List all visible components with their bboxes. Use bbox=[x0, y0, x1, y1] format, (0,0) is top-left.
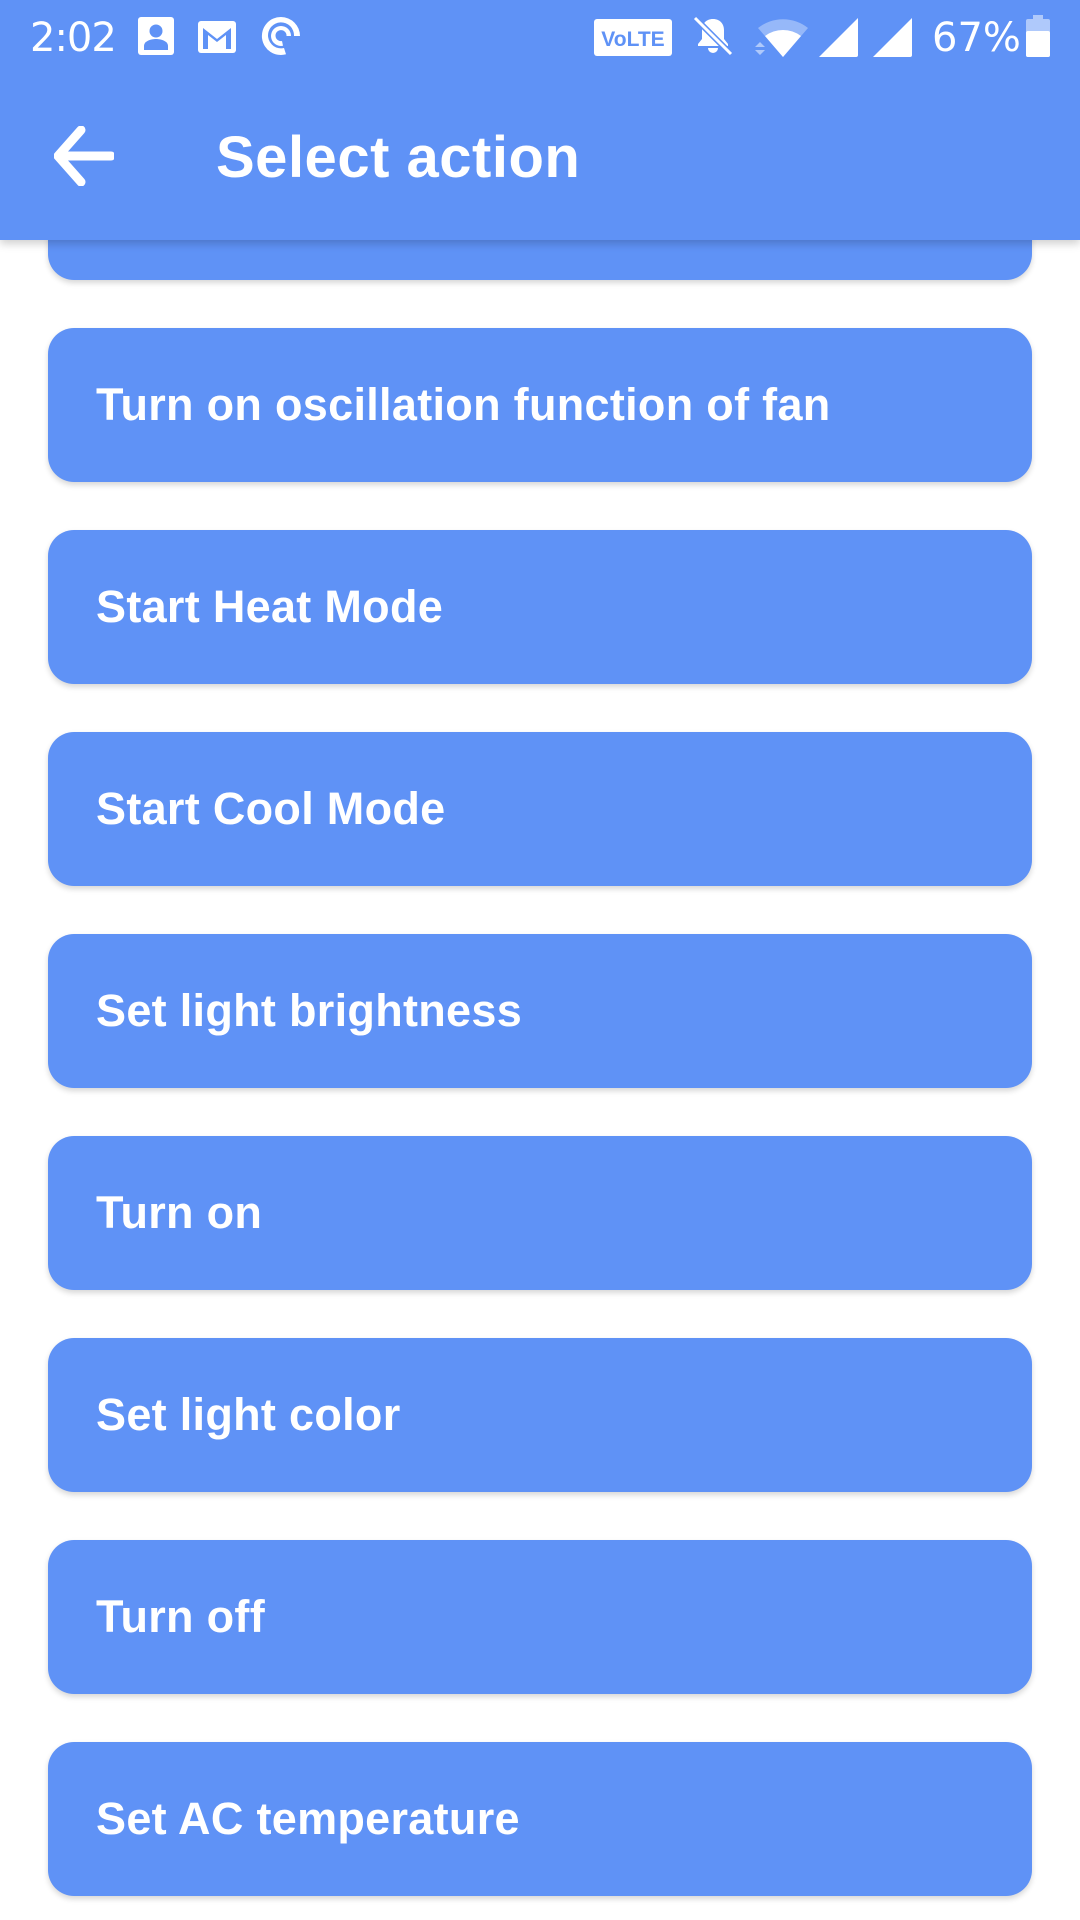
wifi-icon bbox=[755, 17, 811, 57]
battery-icon bbox=[1026, 15, 1050, 57]
action-item-light-brightness[interactable]: Set light brightness bbox=[48, 934, 1032, 1088]
action-item-light-color[interactable]: Set light color bbox=[48, 1338, 1032, 1492]
battery-percent: 67% bbox=[932, 15, 1021, 61]
notifications-muted-icon bbox=[692, 15, 734, 57]
action-item-cool-mode[interactable]: Start Cool Mode bbox=[48, 732, 1032, 886]
svg-text:VoLTE: VoLTE bbox=[601, 28, 664, 51]
status-bar: 2:02 VoLTE 67% bbox=[0, 0, 1080, 76]
action-item-turn-on[interactable]: Turn on bbox=[48, 1136, 1032, 1290]
back-button[interactable] bbox=[40, 116, 128, 200]
app-bar: Select action bbox=[0, 76, 1080, 240]
arrow-left-icon bbox=[53, 125, 116, 191]
contacts-icon bbox=[138, 17, 174, 57]
gmail-icon bbox=[198, 21, 236, 61]
action-item-heat-mode[interactable]: Start Heat Mode bbox=[48, 530, 1032, 684]
page-title: Select action bbox=[216, 125, 581, 190]
action-item-oscillation[interactable]: Turn on oscillation function of fan bbox=[48, 328, 1032, 482]
action-item-turn-off[interactable]: Turn off bbox=[48, 1540, 1032, 1694]
pocket-casts-icon bbox=[260, 15, 302, 55]
status-time: 2:02 bbox=[30, 15, 117, 61]
volte-icon: VoLTE bbox=[594, 19, 672, 59]
signal-icon bbox=[818, 17, 858, 57]
action-item-ac-temperature[interactable]: Set AC temperature bbox=[48, 1742, 1032, 1896]
signal-icon bbox=[872, 17, 912, 57]
